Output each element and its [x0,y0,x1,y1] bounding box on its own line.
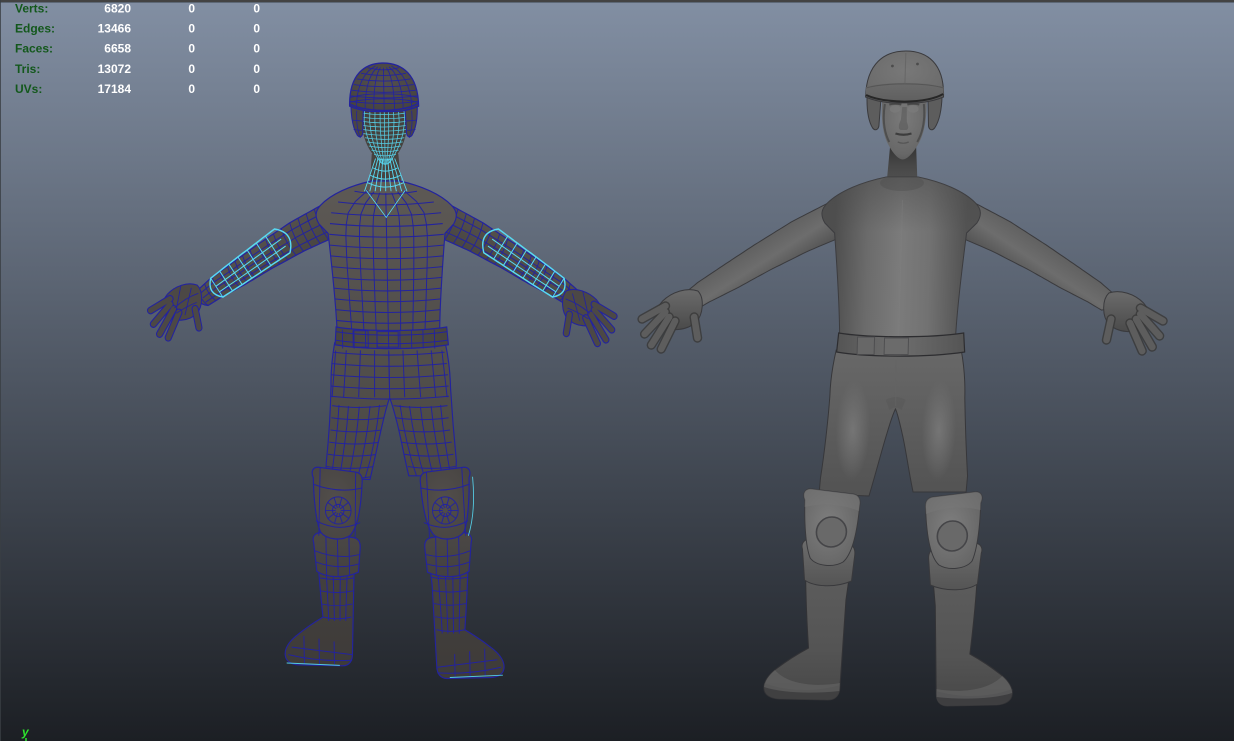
svg-text:y: y [21,725,30,739]
svg-text:17184: 17184 [98,82,132,96]
svg-text:0: 0 [253,2,260,16]
svg-text:0: 0 [253,62,260,76]
svg-text:13072: 13072 [98,62,132,76]
svg-text:Edges:: Edges: [15,22,55,36]
svg-text:6820: 6820 [104,2,131,16]
svg-text:13466: 13466 [98,22,132,36]
svg-text:0: 0 [188,2,195,16]
svg-text:Verts:: Verts: [15,2,48,16]
svg-text:Faces:: Faces: [15,42,53,56]
svg-text:0: 0 [188,22,195,36]
svg-text:0: 0 [188,82,195,96]
svg-text:0: 0 [253,82,260,96]
svg-text:Tris:: Tris: [15,62,40,76]
svg-text:0: 0 [253,42,260,56]
svg-text:UVs:: UVs: [15,82,42,96]
svg-text:0: 0 [188,62,195,76]
svg-text:0: 0 [188,42,195,56]
svg-text:0: 0 [253,22,260,36]
svg-text:6658: 6658 [104,42,131,56]
